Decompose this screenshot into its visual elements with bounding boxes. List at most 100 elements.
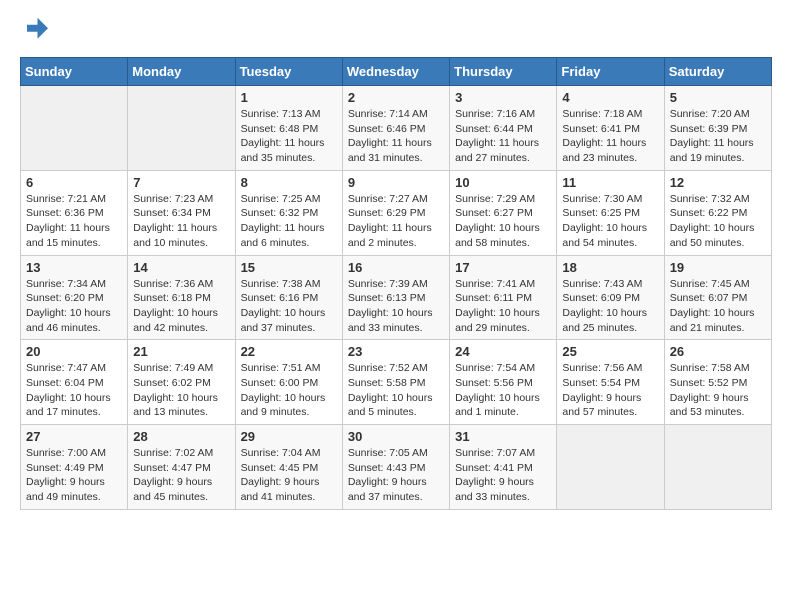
calendar-cell: 24Sunrise: 7:54 AMSunset: 5:56 PMDayligh… xyxy=(450,340,557,425)
calendar-cell: 26 Sunrise: 7:58 AMSunset: 5:52 PMDayligh… xyxy=(664,340,771,425)
day-number: 29 xyxy=(241,429,337,444)
day-number: 30 xyxy=(348,429,444,444)
calendar-cell: 3 Sunrise: 7:16 AMSunset: 6:44 PMDaylight… xyxy=(450,86,557,171)
day-info: Sunrise: 7:41 AMSunset: 6:11 PMDaylight:… xyxy=(455,277,551,336)
calendar-week-row: 6 Sunrise: 7:21 AMSunset: 6:36 PMDaylight… xyxy=(21,170,772,255)
calendar-cell: 28 Sunrise: 7:02 AMSunset: 4:47 PMDayligh… xyxy=(128,425,235,510)
day-info: Sunrise: 7:43 AMSunset: 6:09 PMDaylight:… xyxy=(562,277,658,336)
day-of-week-header: Friday xyxy=(557,58,664,86)
day-info: Sunrise: 7:04 AMSunset: 4:45 PMDaylight:… xyxy=(241,446,337,505)
calendar-cell: 4 Sunrise: 7:18 AMSunset: 6:41 PMDaylight… xyxy=(557,86,664,171)
day-info: Sunrise: 7:58 AMSunset: 5:52 PMDaylight:… xyxy=(670,361,766,420)
day-info: Sunrise: 7:29 AMSunset: 6:27 PMDaylight:… xyxy=(455,192,551,251)
calendar-cell xyxy=(557,425,664,510)
day-number: 11 xyxy=(562,175,658,190)
calendar-cell: 7Sunrise: 7:23 AMSunset: 6:34 PMDaylight… xyxy=(128,170,235,255)
day-info: Sunrise: 7:32 AMSunset: 6:22 PMDaylight:… xyxy=(670,192,766,251)
calendar-cell: 2Sunrise: 7:14 AMSunset: 6:46 PMDaylight… xyxy=(342,86,449,171)
day-info: Sunrise: 7:30 AMSunset: 6:25 PMDaylight:… xyxy=(562,192,658,251)
calendar-cell: 23 Sunrise: 7:52 AMSunset: 5:58 PMDayligh… xyxy=(342,340,449,425)
logo-icon xyxy=(20,16,48,49)
day-number: 16 xyxy=(348,260,444,275)
calendar-cell: 9Sunrise: 7:27 AMSunset: 6:29 PMDaylight… xyxy=(342,170,449,255)
day-number: 26 xyxy=(670,344,766,359)
calendar-header-row: SundayMondayTuesdayWednesdayThursdayFrid… xyxy=(21,58,772,86)
day-number: 10 xyxy=(455,175,551,190)
day-number: 23 xyxy=(348,344,444,359)
day-info: Sunrise: 7:14 AMSunset: 6:46 PMDaylight:… xyxy=(348,107,444,166)
day-number: 24 xyxy=(455,344,551,359)
day-info: Sunrise: 7:00 AMSunset: 4:49 PMDaylight:… xyxy=(26,446,122,505)
day-info: Sunrise: 7:47 AMSunset: 6:04 PMDaylight:… xyxy=(26,361,122,420)
calendar-cell: 20 Sunrise: 7:47 AMSunset: 6:04 PMDayligh… xyxy=(21,340,128,425)
day-number: 25 xyxy=(562,344,658,359)
day-info: Sunrise: 7:39 AMSunset: 6:13 PMDaylight:… xyxy=(348,277,444,336)
calendar-cell: 5Sunrise: 7:20 AMSunset: 6:39 PMDaylight… xyxy=(664,86,771,171)
day-info: Sunrise: 7:21 AMSunset: 6:36 PMDaylight:… xyxy=(26,192,122,251)
day-info: Sunrise: 7:52 AMSunset: 5:58 PMDaylight:… xyxy=(348,361,444,420)
day-number: 12 xyxy=(670,175,766,190)
calendar-cell: 17 Sunrise: 7:41 AMSunset: 6:11 PMDayligh… xyxy=(450,255,557,340)
day-info: Sunrise: 7:16 AMSunset: 6:44 PMDaylight:… xyxy=(455,107,551,166)
page: SundayMondayTuesdayWednesdayThursdayFrid… xyxy=(0,0,792,530)
day-of-week-header: Tuesday xyxy=(235,58,342,86)
calendar-cell: 22Sunrise: 7:51 AMSunset: 6:00 PMDayligh… xyxy=(235,340,342,425)
day-number: 7 xyxy=(133,175,229,190)
calendar-cell: 16 Sunrise: 7:39 AMSunset: 6:13 PMDayligh… xyxy=(342,255,449,340)
day-info: Sunrise: 7:18 AMSunset: 6:41 PMDaylight:… xyxy=(562,107,658,166)
day-info: Sunrise: 7:56 AMSunset: 5:54 PMDaylight:… xyxy=(562,361,658,420)
calendar-cell: 27 Sunrise: 7:00 AMSunset: 4:49 PMDayligh… xyxy=(21,425,128,510)
day-of-week-header: Wednesday xyxy=(342,58,449,86)
day-number: 18 xyxy=(562,260,658,275)
day-number: 6 xyxy=(26,175,122,190)
calendar-table: SundayMondayTuesdayWednesdayThursdayFrid… xyxy=(20,57,772,510)
day-number: 1 xyxy=(241,90,337,105)
day-number: 22 xyxy=(241,344,337,359)
day-number: 15 xyxy=(241,260,337,275)
calendar-cell xyxy=(21,86,128,171)
day-number: 14 xyxy=(133,260,229,275)
day-number: 4 xyxy=(562,90,658,105)
day-info: Sunrise: 7:49 AMSunset: 6:02 PMDaylight:… xyxy=(133,361,229,420)
calendar-cell xyxy=(664,425,771,510)
calendar-cell: 1 Sunrise: 7:13 AMSunset: 6:48 PMDaylight… xyxy=(235,86,342,171)
calendar-cell: 15 Sunrise: 7:38 AMSunset: 6:16 PMDayligh… xyxy=(235,255,342,340)
day-info: Sunrise: 7:07 AMSunset: 4:41 PMDaylight:… xyxy=(455,446,551,505)
calendar-week-row: 13Sunrise: 7:34 AMSunset: 6:20 PMDayligh… xyxy=(21,255,772,340)
day-number: 31 xyxy=(455,429,551,444)
day-number: 27 xyxy=(26,429,122,444)
day-number: 21 xyxy=(133,344,229,359)
calendar-cell: 12 Sunrise: 7:32 AMSunset: 6:22 PMDayligh… xyxy=(664,170,771,255)
day-of-week-header: Saturday xyxy=(664,58,771,86)
day-info: Sunrise: 7:05 AMSunset: 4:43 PMDaylight:… xyxy=(348,446,444,505)
day-number: 13 xyxy=(26,260,122,275)
day-number: 19 xyxy=(670,260,766,275)
day-info: Sunrise: 7:20 AMSunset: 6:39 PMDaylight:… xyxy=(670,107,766,166)
calendar-cell: 29 Sunrise: 7:04 AMSunset: 4:45 PMDayligh… xyxy=(235,425,342,510)
day-number: 28 xyxy=(133,429,229,444)
day-info: Sunrise: 7:02 AMSunset: 4:47 PMDaylight:… xyxy=(133,446,229,505)
calendar-cell: 13Sunrise: 7:34 AMSunset: 6:20 PMDayligh… xyxy=(21,255,128,340)
calendar-week-row: 27 Sunrise: 7:00 AMSunset: 4:49 PMDayligh… xyxy=(21,425,772,510)
day-info: Sunrise: 7:45 AMSunset: 6:07 PMDaylight:… xyxy=(670,277,766,336)
day-of-week-header: Sunday xyxy=(21,58,128,86)
day-number: 3 xyxy=(455,90,551,105)
calendar-week-row: 20 Sunrise: 7:47 AMSunset: 6:04 PMDayligh… xyxy=(21,340,772,425)
day-number: 20 xyxy=(26,344,122,359)
calendar-cell: 25 Sunrise: 7:56 AMSunset: 5:54 PMDayligh… xyxy=(557,340,664,425)
calendar-cell: 14 Sunrise: 7:36 AMSunset: 6:18 PMDayligh… xyxy=(128,255,235,340)
calendar-cell: 30 Sunrise: 7:05 AMSunset: 4:43 PMDayligh… xyxy=(342,425,449,510)
calendar-cell: 6 Sunrise: 7:21 AMSunset: 6:36 PMDaylight… xyxy=(21,170,128,255)
day-of-week-header: Thursday xyxy=(450,58,557,86)
day-number: 17 xyxy=(455,260,551,275)
day-info: Sunrise: 7:27 AMSunset: 6:29 PMDaylight:… xyxy=(348,192,444,251)
calendar-cell: 31 Sunrise: 7:07 AMSunset: 4:41 PMDayligh… xyxy=(450,425,557,510)
calendar-week-row: 1 Sunrise: 7:13 AMSunset: 6:48 PMDaylight… xyxy=(21,86,772,171)
day-info: Sunrise: 7:38 AMSunset: 6:16 PMDaylight:… xyxy=(241,277,337,336)
calendar-cell xyxy=(128,86,235,171)
header xyxy=(20,16,772,49)
calendar-cell: 8Sunrise: 7:25 AMSunset: 6:32 PMDaylight… xyxy=(235,170,342,255)
day-info: Sunrise: 7:36 AMSunset: 6:18 PMDaylight:… xyxy=(133,277,229,336)
calendar-cell: 19 Sunrise: 7:45 AMSunset: 6:07 PMDayligh… xyxy=(664,255,771,340)
day-info: Sunrise: 7:13 AMSunset: 6:48 PMDaylight:… xyxy=(241,107,337,166)
